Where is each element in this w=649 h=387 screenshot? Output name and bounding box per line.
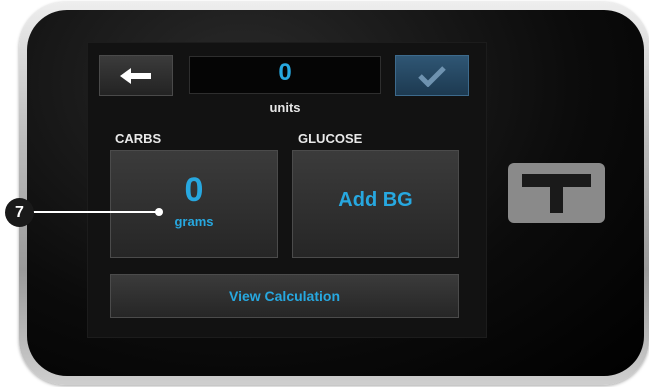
add-bg-label: Add BG [338,189,413,211]
callout-number: 7 [5,198,34,227]
callout-line [33,211,158,213]
glucose-section-label: GLUCOSE [298,131,363,146]
back-button[interactable] [99,55,173,96]
callout-pointer-dot [155,208,163,216]
units-value: 0 [278,59,292,86]
confirm-button[interactable] [395,55,469,96]
t-logo-icon [508,163,605,223]
arrow-left-icon [120,67,151,84]
carbs-section-label: CARBS [115,131,162,146]
view-calculation-label: View Calculation [229,288,340,304]
carbs-unit: grams [174,214,214,229]
carbs-value: 0 [184,171,204,209]
units-label: units [269,100,301,115]
checkmark-icon [418,65,446,87]
